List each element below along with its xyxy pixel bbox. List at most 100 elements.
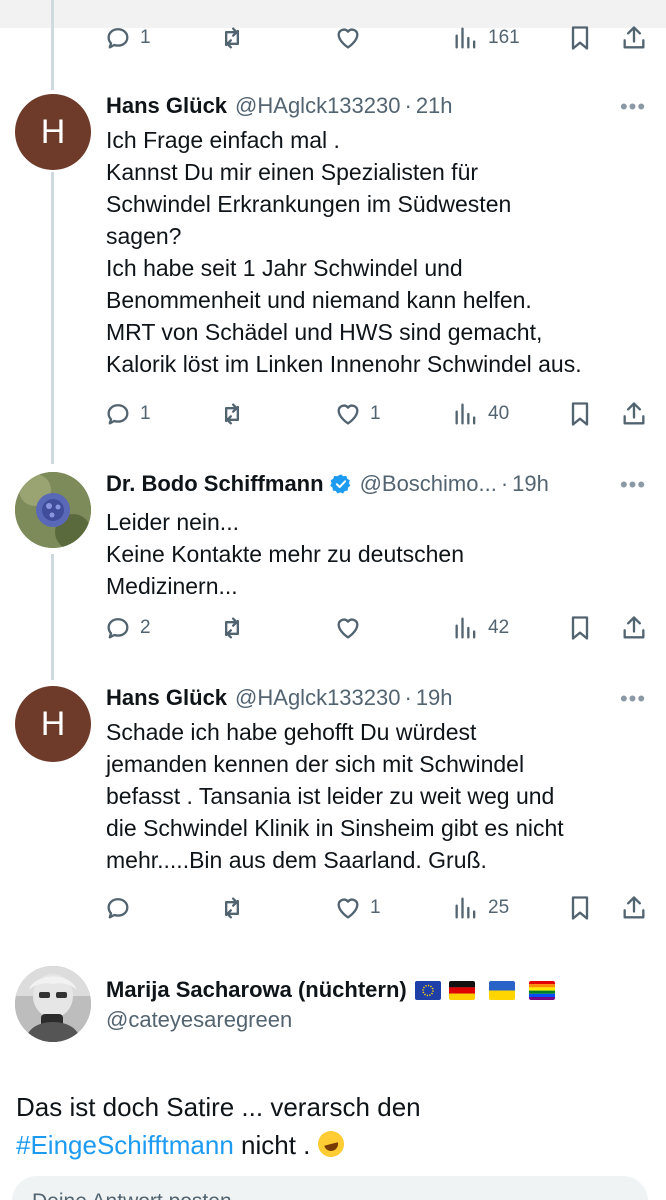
main-tweet-text: Das ist doch Satire ... verarsch den #Ei… [16,1088,650,1164]
avatar-letter: H [40,704,66,743]
share-icon [623,26,645,49]
tweet-text: Ich Frage einfach mal . Kannst Du mir ei… [106,127,582,377]
tweet-header: Marija Sacharowa (nüchtern) [106,974,626,1006]
share-button[interactable] [620,394,648,434]
author-handle[interactable]: @HAglck133230 [235,93,400,119]
reply-button[interactable]: 1 [104,18,151,58]
like-button[interactable] [334,608,362,648]
repost-button[interactable] [218,608,246,648]
bookmark-icon [571,26,589,50]
bookmark-icon [571,402,589,426]
hashtag-link[interactable]: #EingeSchifftmann [16,1130,234,1160]
reply-icon [107,28,129,49]
repost-icon [225,27,239,49]
repost-icon [225,897,239,919]
rainbow-flag-icon [528,980,555,1000]
repost-icon [225,617,239,639]
tweet-header: Hans Glück @HAglck133230 · 21h [106,90,626,122]
reply-icon [107,618,129,639]
tweet-actions: 2 42 [0,608,666,648]
verified-badge-icon [329,474,350,494]
bookmark-button[interactable] [566,394,594,434]
more-options-icon[interactable]: ••• [620,472,646,498]
views-chart-icon [455,897,476,919]
separator-dot: · [500,471,509,496]
heart-icon [337,404,359,425]
reply-compose-input[interactable]: Deine Antwort posten [12,1176,648,1200]
share-button[interactable] [620,18,648,58]
like-button[interactable] [334,18,362,58]
avatar-letter: H [40,112,66,151]
share-button[interactable] [620,888,648,928]
repost-button[interactable] [218,18,246,58]
heart-icon [337,28,359,49]
timestamp[interactable]: 19h [512,471,549,497]
views-button[interactable]: 42 [452,608,509,648]
avatar[interactable] [15,472,91,548]
more-options-icon[interactable]: ••• [620,686,646,712]
reply-button[interactable]: 2 [104,608,151,648]
ukraine-flag-icon [488,980,515,1000]
main-tweet-text-before: Das ist doch Satire ... verarsch den [16,1092,421,1122]
views-button[interactable]: 161 [452,18,520,58]
user-photo-avatar [15,966,91,1042]
germany-flag-icon [448,980,475,1000]
heart-icon [337,898,359,919]
author-name[interactable]: Dr. Bodo Schiffmann [106,471,324,497]
author-name[interactable]: Hans Glück [106,685,227,711]
views-button[interactable]: 25 [452,888,509,928]
reply-icon [107,898,129,919]
tweet-header: Hans Glück @HAglck133230 · 19h [106,682,626,714]
prev-tweet-actions: 1 161 [0,18,666,58]
share-button[interactable] [620,608,648,648]
tweet-actions: 1 25 [0,888,666,928]
views-button[interactable]: 40 [452,394,509,434]
views-chart-icon [455,27,476,49]
avatar[interactable] [15,966,91,1042]
compose-placeholder: Deine Antwort posten [32,1190,232,1200]
reply-count: 1 [140,27,151,48]
share-icon [623,616,645,639]
bookmark-button[interactable] [566,18,594,58]
eu-flag-icon [414,980,441,1000]
tweet-text: Schade ich habe gehofft Du würdest jeman… [106,719,564,873]
author-name[interactable]: Hans Glück [106,93,227,119]
views-count: 161 [488,27,520,48]
avatar[interactable]: H [15,94,91,170]
reply-button[interactable] [104,888,132,928]
bookmark-button[interactable] [566,608,594,648]
heart-icon [337,618,359,639]
share-icon [623,402,645,425]
avatar[interactable]: H [15,686,91,762]
like-count: 1 [370,897,381,918]
bookmark-icon [571,896,589,920]
thistle-flower-avatar [15,472,91,548]
bookmark-icon [571,616,589,640]
rolling-laughing-icon [314,1128,347,1160]
like-button[interactable]: 1 [334,888,381,928]
more-options-icon[interactable]: ••• [620,94,646,120]
author-name[interactable]: Marija Sacharowa (nüchtern) [106,977,407,1003]
views-count: 40 [488,403,510,424]
separator-dot: · [404,685,412,710]
share-icon [623,896,645,919]
views-count: 42 [488,617,510,638]
reply-count: 2 [140,617,151,638]
repost-button[interactable] [218,888,246,928]
reply-button[interactable]: 1 [104,394,151,434]
timestamp[interactable]: 21h [416,93,453,119]
reply-icon [107,404,129,425]
like-button[interactable]: 1 [334,394,381,434]
timestamp[interactable]: 19h [416,685,453,711]
views-chart-icon [455,403,476,425]
reply-count: 1 [140,403,151,424]
tweet-handle-row: @cateyesaregreen [106,1004,626,1036]
author-handle[interactable]: @HAglck133230 [235,685,400,711]
repost-button[interactable] [218,394,246,434]
tweet-text: Leider nein... Keine Kontakte mehr zu de… [106,509,465,599]
author-handle[interactable]: @cateyesaregreen [106,1007,292,1033]
author-handle[interactable]: @Boschimo... [360,471,497,497]
bookmark-button[interactable] [566,888,594,928]
main-tweet-text-after: nicht . [233,1130,311,1160]
separator-dot: · [404,93,412,118]
